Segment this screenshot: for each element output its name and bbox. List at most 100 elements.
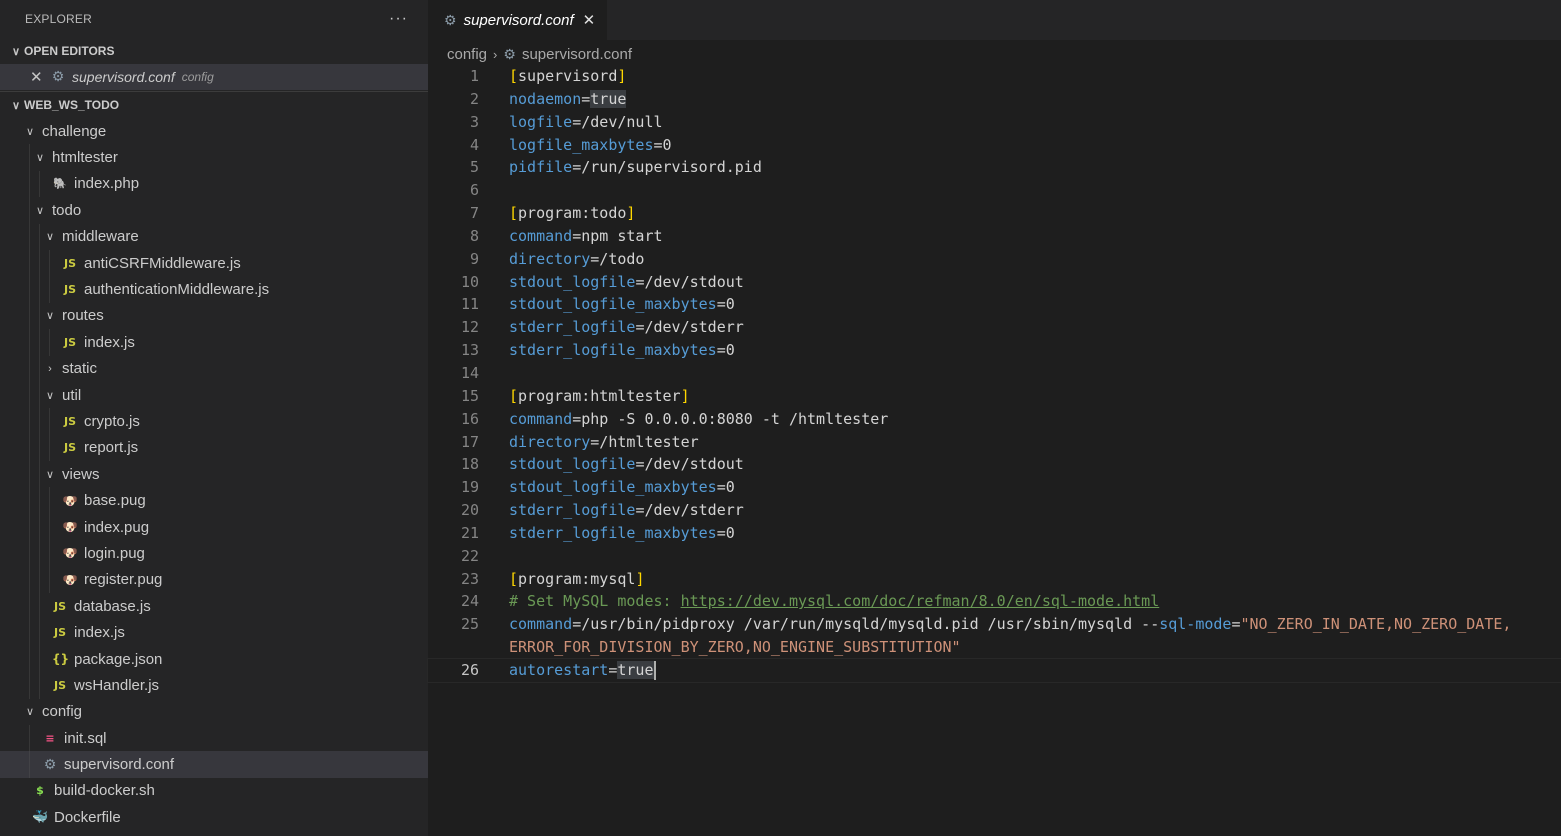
- js-icon: JS: [63, 414, 76, 428]
- tree-item-label: util: [62, 386, 82, 404]
- tree-file[interactable]: 🐶 index.pug: [0, 513, 428, 541]
- line-number: 7: [469, 204, 479, 223]
- indent-guide: [29, 461, 30, 488]
- code-line: 17 directory=/htmltester: [428, 431, 1561, 454]
- line-number: 13: [460, 341, 479, 360]
- indent-guide: [29, 223, 30, 250]
- indent-guide: [39, 408, 40, 435]
- indent-guide: [39, 461, 40, 488]
- open-editor-filename: supervisord.conf: [72, 69, 175, 85]
- tree-file[interactable]: JS index.js: [0, 329, 428, 356]
- indent-guide: [29, 302, 30, 330]
- code-token: [: [509, 67, 519, 85]
- code-token: [: [509, 569, 519, 588]
- tree-file[interactable]: 🐶 register.pug: [0, 566, 428, 594]
- line-text: stderr_logfile_maxbytes=0: [479, 522, 735, 545]
- tree-file[interactable]: 🐳 Dockerfile: [0, 804, 428, 830]
- indent-guide: [29, 276, 30, 303]
- code-line: 26 autorestart=true: [427, 657, 1561, 683]
- code-token: supervisord: [518, 67, 618, 85]
- tree-file[interactable]: $ build-docker.sh: [0, 778, 428, 804]
- line-text: [479, 545, 509, 568]
- indent-guide: [39, 381, 40, 409]
- line-text: stdout_logfile_maxbytes=0: [479, 293, 735, 316]
- close-icon[interactable]: ✕: [583, 11, 596, 29]
- breadcrumb-file[interactable]: supervisord.conf: [522, 46, 632, 63]
- code-line: 25 command=/usr/bin/pidproxy /var/run/mys…: [428, 613, 1561, 636]
- tree-item-label: index.pug: [84, 518, 150, 536]
- chevron-down-icon: ∨: [45, 310, 55, 323]
- tree-file[interactable]: {} package.json: [0, 645, 428, 673]
- tree-folder[interactable]: ∨ todo: [0, 197, 428, 224]
- tree-folder[interactable]: ∨ routes: [0, 302, 428, 330]
- tree-file[interactable]: JS crypto.js: [0, 408, 428, 435]
- chevron-down-icon: ∨: [35, 152, 45, 165]
- code-token: =/dev/null: [572, 112, 663, 131]
- code-token: =/usr/bin/pidproxy /var/run/mysqld/mysql…: [572, 615, 1160, 634]
- code-token: [: [509, 386, 519, 405]
- tree-item-label: login.pug: [84, 544, 145, 562]
- more-actions-icon[interactable]: ···: [389, 10, 408, 28]
- indent-guide: [39, 302, 40, 330]
- tree-folder[interactable]: ∨ views: [0, 461, 428, 488]
- tree-folder[interactable]: ∨ htmltester: [0, 144, 428, 171]
- code-token: =/dev/stderr: [635, 501, 744, 520]
- pug-icon: 🐶: [62, 546, 78, 561]
- line-number: 14: [460, 363, 479, 382]
- tree-file[interactable]: JS authenticationMiddleware.js: [0, 276, 428, 303]
- code-token: =npm start: [572, 226, 663, 245]
- chevron-down-icon: ∨: [45, 389, 55, 402]
- js-icon: JS: [63, 256, 76, 270]
- code-token: sql-mode: [1159, 615, 1232, 634]
- tree-folder[interactable]: ∨ util: [0, 381, 428, 409]
- code-token: =/htmltester: [590, 432, 699, 451]
- js-icon: JS: [63, 283, 76, 297]
- tree-file[interactable]: 🐶 base.pug: [0, 487, 428, 514]
- tree-folder[interactable]: › static: [0, 355, 428, 382]
- line-text: [479, 179, 509, 202]
- tree-folder[interactable]: ∨ config: [0, 699, 428, 725]
- line-text: # Set MySQL modes: https://dev.mysql.com…: [479, 590, 1159, 613]
- open-editor-item[interactable]: ✕ ⚙ supervisord.conf config: [0, 64, 428, 90]
- tree-file[interactable]: JS wsHandler.js: [0, 672, 428, 699]
- tab-supervisord-conf[interactable]: ⚙ supervisord.conf ✕: [428, 0, 608, 40]
- code-token: program:todo: [518, 204, 627, 223]
- tree-file[interactable]: ⚙ supervisord.conf: [0, 751, 428, 778]
- js-icon: JS: [63, 335, 76, 349]
- code-token: logfile: [509, 112, 573, 131]
- tree-file[interactable]: ≡ init.sql: [0, 724, 428, 752]
- line-number: 1: [469, 67, 479, 85]
- comment-link[interactable]: https://dev.mysql.com/doc/refman/8.0/en/…: [681, 592, 1160, 610]
- tree-file[interactable]: JS database.js: [0, 593, 428, 620]
- tree-file[interactable]: JS antiCSRFMiddleware.js: [0, 249, 428, 277]
- code-line: 2 nodaemon=true: [428, 88, 1561, 111]
- workspace-section[interactable]: ∨ WEB_WS_TODO: [0, 91, 428, 118]
- tree-file[interactable]: 🐘 index.php: [0, 170, 428, 198]
- code-line: 14: [428, 362, 1561, 385]
- code-token: stderr_logfile_maxbytes: [509, 341, 717, 360]
- indent-guide: [49, 276, 50, 303]
- workspace-label: WEB_WS_TODO: [24, 98, 120, 112]
- tree-folder[interactable]: ∨ middleware: [0, 223, 428, 250]
- close-icon[interactable]: ✕: [30, 68, 50, 86]
- line-number: 5: [469, 158, 479, 177]
- code-token: =/dev/stdout: [635, 455, 744, 474]
- gear-icon: ⚙: [43, 756, 57, 773]
- tree-item-label: index.php: [74, 175, 140, 193]
- tree-file[interactable]: JS index.js: [0, 619, 428, 646]
- code-editor[interactable]: 1 [supervisord] 2 nodaemon=true 3 logfile=/de…: [427, 65, 1561, 683]
- chevron-down-icon: ∨: [45, 468, 55, 481]
- tree-file[interactable]: 🐶 login.pug: [0, 540, 428, 567]
- chevron-down-icon: ∨: [45, 231, 55, 244]
- tree-folder[interactable]: ∨ challenge: [0, 118, 428, 144]
- line-number: 24: [460, 592, 479, 611]
- line-text: nodaemon=true: [479, 88, 627, 111]
- open-editors-section[interactable]: ∨ OPEN EDITORS: [0, 38, 428, 64]
- breadcrumb-folder[interactable]: config: [447, 46, 487, 63]
- indent-guide: [39, 540, 40, 567]
- tree-file[interactable]: JS report.js: [0, 434, 428, 462]
- line-text: command=php -S 0.0.0.0:8080 -t /htmltest…: [479, 408, 888, 431]
- breadcrumb: config › ⚙ supervisord.conf: [428, 41, 1561, 67]
- line-number: 12: [460, 318, 479, 337]
- line-number: 19: [460, 478, 479, 497]
